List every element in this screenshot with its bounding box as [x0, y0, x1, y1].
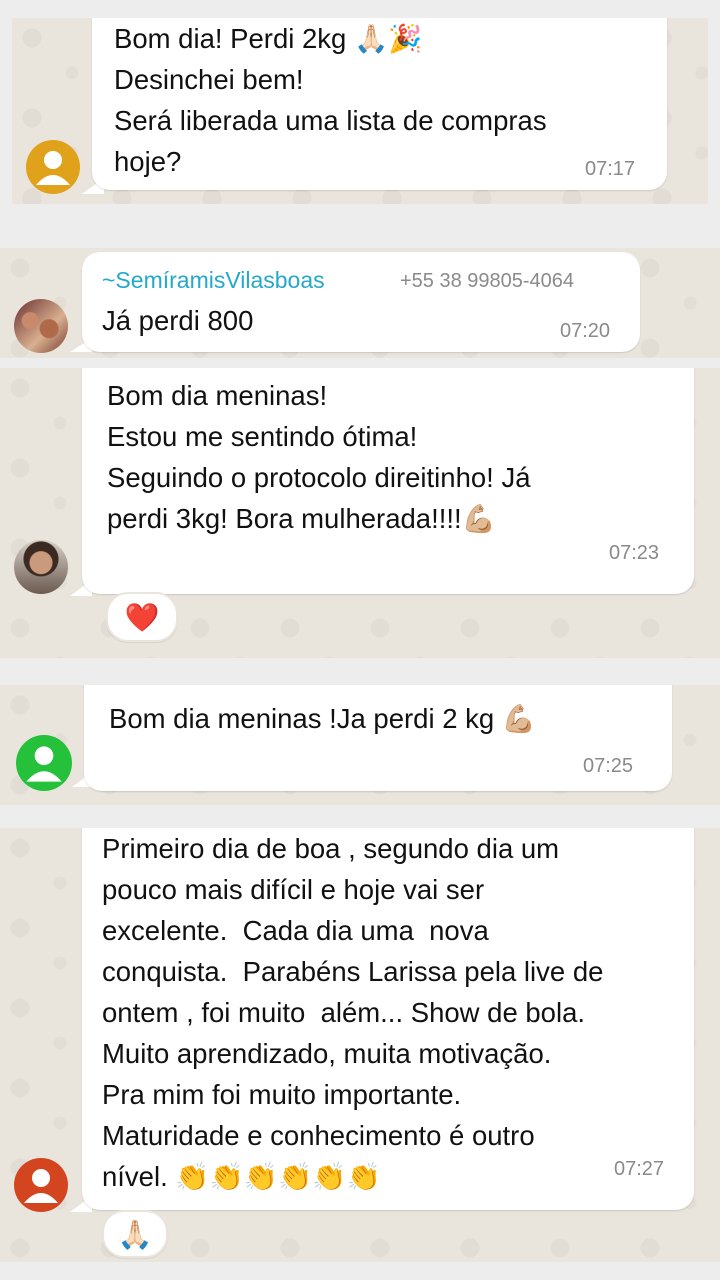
- message-text: Bom dia meninas !Ja perdi 2 kg 💪🏼: [109, 703, 537, 734]
- message-timestamp: 07:20: [560, 320, 611, 342]
- default-avatar-icon[interactable]: [14, 1158, 68, 1212]
- message-bubble[interactable]: Primeiro dia de boa , segundo dia um pou…: [82, 828, 694, 1210]
- message-bubble[interactable]: ~SemíramisVilasboas +55 38 99805-4064 Já…: [82, 252, 640, 352]
- message-text: Primeiro dia de boa , segundo dia um pou…: [102, 833, 604, 1192]
- chat-panel-1: Bom dia! Perdi 2kg 🙏🏻🎉 Desinchei bem! Se…: [12, 18, 708, 204]
- default-avatar-icon[interactable]: [16, 735, 72, 791]
- reaction-pray[interactable]: 🙏🏻: [102, 1210, 168, 1258]
- message-bubble[interactable]: Bom dia! Perdi 2kg 🙏🏻🎉 Desinchei bem! Se…: [92, 18, 667, 190]
- message-text: Já perdi 800: [102, 305, 254, 336]
- message-text: Bom dia! Perdi 2kg 🙏🏻🎉 Desinchei bem! Se…: [114, 23, 547, 177]
- default-avatar-icon[interactable]: [26, 140, 80, 194]
- profile-photo[interactable]: [14, 540, 68, 594]
- sender-name[interactable]: ~SemíramisVilasboas: [102, 267, 325, 294]
- profile-photo[interactable]: [14, 299, 68, 353]
- message-bubble[interactable]: Bom dia meninas! Estou me sentindo ótima…: [82, 368, 694, 594]
- chat-panel-4: Bom dia meninas !Ja perdi 2 kg 💪🏼 07:25: [0, 685, 720, 805]
- message-timestamp: 07:23: [609, 542, 660, 564]
- message-timestamp: 07:25: [583, 755, 634, 777]
- chat-panel-2: ~SemíramisVilasboas +55 38 99805-4064 Já…: [0, 248, 720, 358]
- message-bubble[interactable]: Bom dia meninas !Ja perdi 2 kg 💪🏼 07:25: [84, 685, 672, 791]
- chat-panel-5: Primeiro dia de boa , segundo dia um pou…: [0, 828, 720, 1262]
- message-text: Bom dia meninas! Estou me sentindo ótima…: [107, 380, 531, 534]
- reaction-heart[interactable]: ❤️: [106, 592, 178, 642]
- sender-phone: +55 38 99805-4064: [400, 270, 575, 292]
- chat-panel-3: Bom dia meninas! Estou me sentindo ótima…: [0, 368, 720, 658]
- message-timestamp: 07:27: [614, 1158, 665, 1180]
- message-timestamp: 07:17: [585, 158, 636, 180]
